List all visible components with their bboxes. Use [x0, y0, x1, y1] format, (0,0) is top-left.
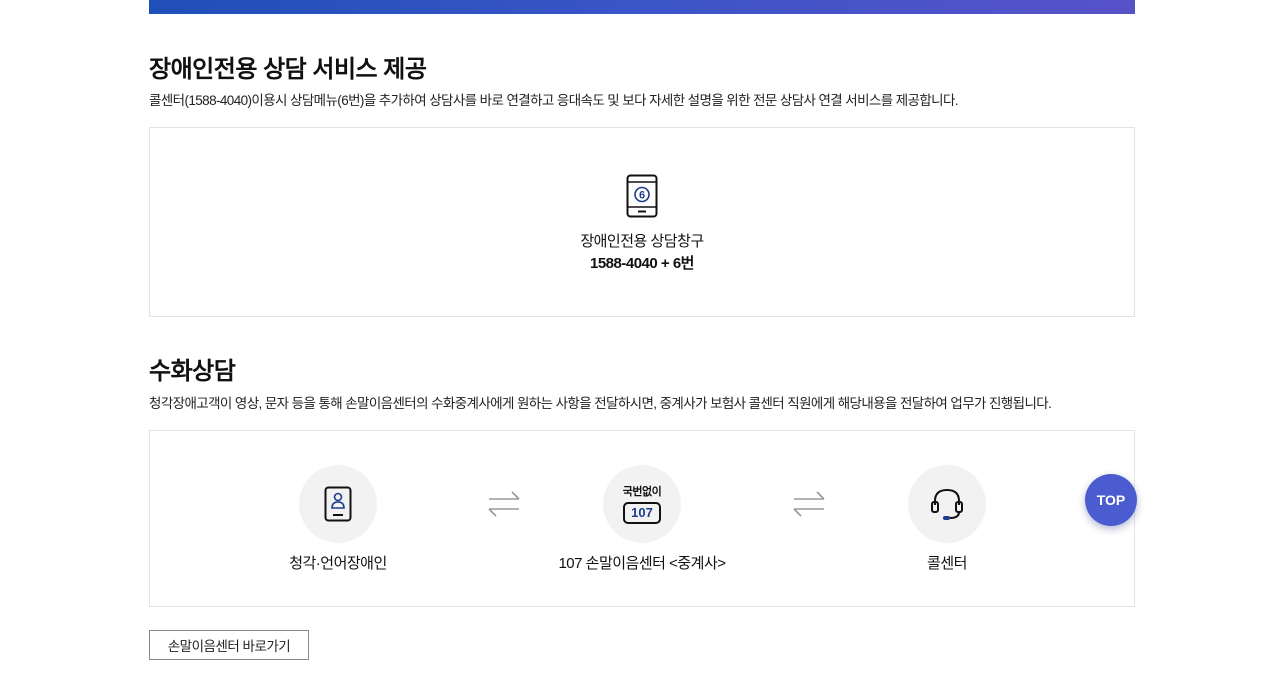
step-label: 청각·언어장애인 — [289, 555, 387, 572]
phone-icon: 6 — [626, 174, 658, 218]
flow-step-hearing-impaired: 청각·언어장애인 — [238, 465, 438, 573]
accessibility-service-title: 장애인전용 상담 서비스 제공 — [149, 56, 427, 83]
accessibility-service-box: 6 장애인전용 상담창구 1588-4040 + 6번 — [149, 127, 1135, 317]
step-icon-circle — [299, 465, 377, 543]
step-icon-circle: 국번없이 107 — [603, 465, 681, 543]
phone-icon-number: 6 — [639, 190, 645, 202]
sign-language-description: 청각장애고객이 영상, 문자 등을 통해 손말이음센터의 수화중계사에게 원하는… — [149, 396, 1052, 411]
relay-center-link-button[interactable]: 손말이음센터 바로가기 — [149, 630, 309, 660]
scroll-top-button[interactable]: TOP — [1085, 474, 1137, 526]
accessibility-service-description: 콜센터(1588-4040)이용시 상담메뉴(6번)을 추가하여 상담사를 바로… — [149, 93, 959, 108]
counsel-window-label: 장애인전용 상담창구 — [580, 233, 704, 250]
relay-107-icon: 국번없이 107 — [622, 484, 662, 524]
flow-step-relay-center: 국번없이 107 107 손말이음센터 <중계사> — [542, 465, 742, 573]
relay-badge-number: 107 — [622, 502, 661, 524]
exchange-arrows-icon — [488, 491, 520, 517]
top-banner — [149, 0, 1135, 14]
headset-icon — [931, 488, 963, 520]
step-label: 콜센터 — [927, 555, 967, 572]
id-card-person-icon — [324, 486, 352, 522]
flow-step-call-center: 콜센터 — [847, 465, 1047, 573]
relay-badge-top: 국번없이 — [622, 486, 662, 498]
step-label: 107 손말이음센터 <중계사> — [558, 555, 726, 572]
counsel-window-number: 1588-4040 + 6번 — [590, 255, 694, 272]
sign-language-flow-box: 청각·언어장애인 국번없이 107 107 손말이음센터 <중계사> 콜센터 — [149, 430, 1135, 607]
exchange-arrows-icon — [793, 491, 825, 517]
step-icon-circle — [908, 465, 986, 543]
sign-language-title: 수화상담 — [149, 358, 236, 385]
